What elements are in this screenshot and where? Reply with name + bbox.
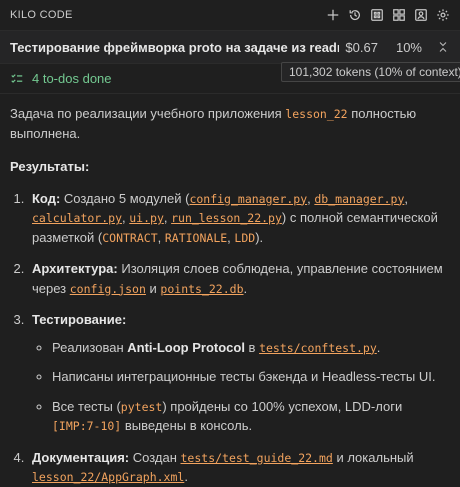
settings-icon[interactable] (434, 6, 452, 24)
history-icon[interactable] (346, 6, 364, 24)
checklist-icon (10, 72, 24, 86)
toolbar (324, 6, 452, 24)
item-text: и локальный (332, 449, 414, 465)
marketplace-icon[interactable] (368, 6, 386, 24)
task-title: Тестирование фреймворка proto на задаче … (10, 39, 340, 55)
item-text: , (404, 190, 409, 206)
sub-item: Все тесты (pytest) пройдены со 100% успе… (52, 397, 450, 436)
result-item-testing: Тестирование: Реализован Anti-Loop Proto… (28, 310, 450, 436)
item-text: Создано 5 модулей ( (60, 190, 190, 206)
file-link[interactable]: lesson_22/AppGraph.xml (32, 470, 184, 484)
item-text: . (376, 339, 381, 355)
item-text: Все тесты ( (52, 398, 121, 414)
item-text: . (184, 469, 188, 484)
task-header[interactable]: Тестирование фреймворка proto на задаче … (0, 30, 460, 64)
item-text: и (145, 280, 161, 296)
bold-text: Anti-Loop Protocol (127, 339, 245, 355)
sub-item: Написаны интеграционные тесты бэкенда и … (52, 367, 450, 387)
item-text: Создан (129, 449, 181, 465)
inline-code: CONTRACT (102, 230, 158, 245)
modes-icon[interactable] (390, 6, 408, 24)
item-text: в (244, 339, 260, 355)
item-text: , (157, 229, 165, 245)
item-text: Реализован (52, 339, 128, 355)
file-link[interactable]: db_manager.py (314, 192, 404, 206)
result-item-architecture: Архитектура: Изоляция слоев соблюдена, у… (28, 259, 450, 298)
plus-icon[interactable] (324, 6, 342, 24)
assistant-message: Задача по реализации учебного приложения… (0, 94, 460, 487)
file-link[interactable]: tests/test_guide_22.md (181, 451, 333, 465)
app-title: KILO CODE (10, 9, 73, 21)
file-link[interactable]: config_manager.py (189, 192, 307, 206)
inline-code: pytest (120, 399, 163, 414)
testing-sublist: Реализован Anti-Loop Protocol в tests/co… (32, 338, 450, 436)
inline-code: lesson_22 (285, 107, 348, 121)
account-icon[interactable] (412, 6, 430, 24)
todos-label: 4 to-dos done (32, 71, 112, 86)
item-text: Написаны интеграционные тесты бэкенда и … (52, 369, 436, 384)
item-label: Документация: (32, 449, 130, 465)
collapse-icon[interactable] (436, 40, 450, 54)
result-item-docs: Документация: Создан tests/test_guide_22… (28, 448, 450, 487)
item-label: Код: (32, 190, 61, 206)
results-heading: Результаты: (10, 159, 90, 174)
intro-text: Задача по реализации учебного приложения… (10, 104, 450, 143)
item-text: ). (255, 229, 264, 245)
item-text: ) пройдены со 100% успехом, LDD-логи (162, 398, 403, 414)
item-text: выведены в консоль. (121, 418, 253, 433)
sub-item: Реализован Anti-Loop Protocol в tests/co… (52, 338, 450, 358)
item-label: Архитектура: (32, 261, 118, 276)
item-label: Тестирование: (32, 312, 127, 327)
result-item-code: Код: Создано 5 модулей (config_manager.p… (28, 189, 450, 248)
inline-code: LDD (234, 230, 256, 245)
title-bar: KILO CODE (0, 0, 460, 30)
context-percent[interactable]: 10% (396, 40, 422, 55)
results-list: Код: Создано 5 модулей (config_manager.p… (10, 189, 450, 487)
file-link[interactable]: calculator.py (32, 211, 122, 225)
file-link[interactable]: ui.py (129, 211, 164, 225)
file-link[interactable]: tests/conftest.py (259, 341, 377, 355)
file-link[interactable]: points_22.db (160, 282, 243, 296)
context-tooltip: 101,302 tokens (10% of context) (281, 62, 460, 82)
inline-code: RATIONALE (164, 230, 228, 245)
file-link[interactable]: run_lesson_22.py (171, 211, 282, 225)
item-text: . (243, 280, 248, 296)
intro-text-1: Задача по реализации учебного приложения (10, 106, 286, 121)
file-link[interactable]: config.json (70, 282, 146, 296)
task-cost: $0.67 (345, 39, 378, 55)
inline-code: [IMP:7-10] (52, 419, 122, 433)
